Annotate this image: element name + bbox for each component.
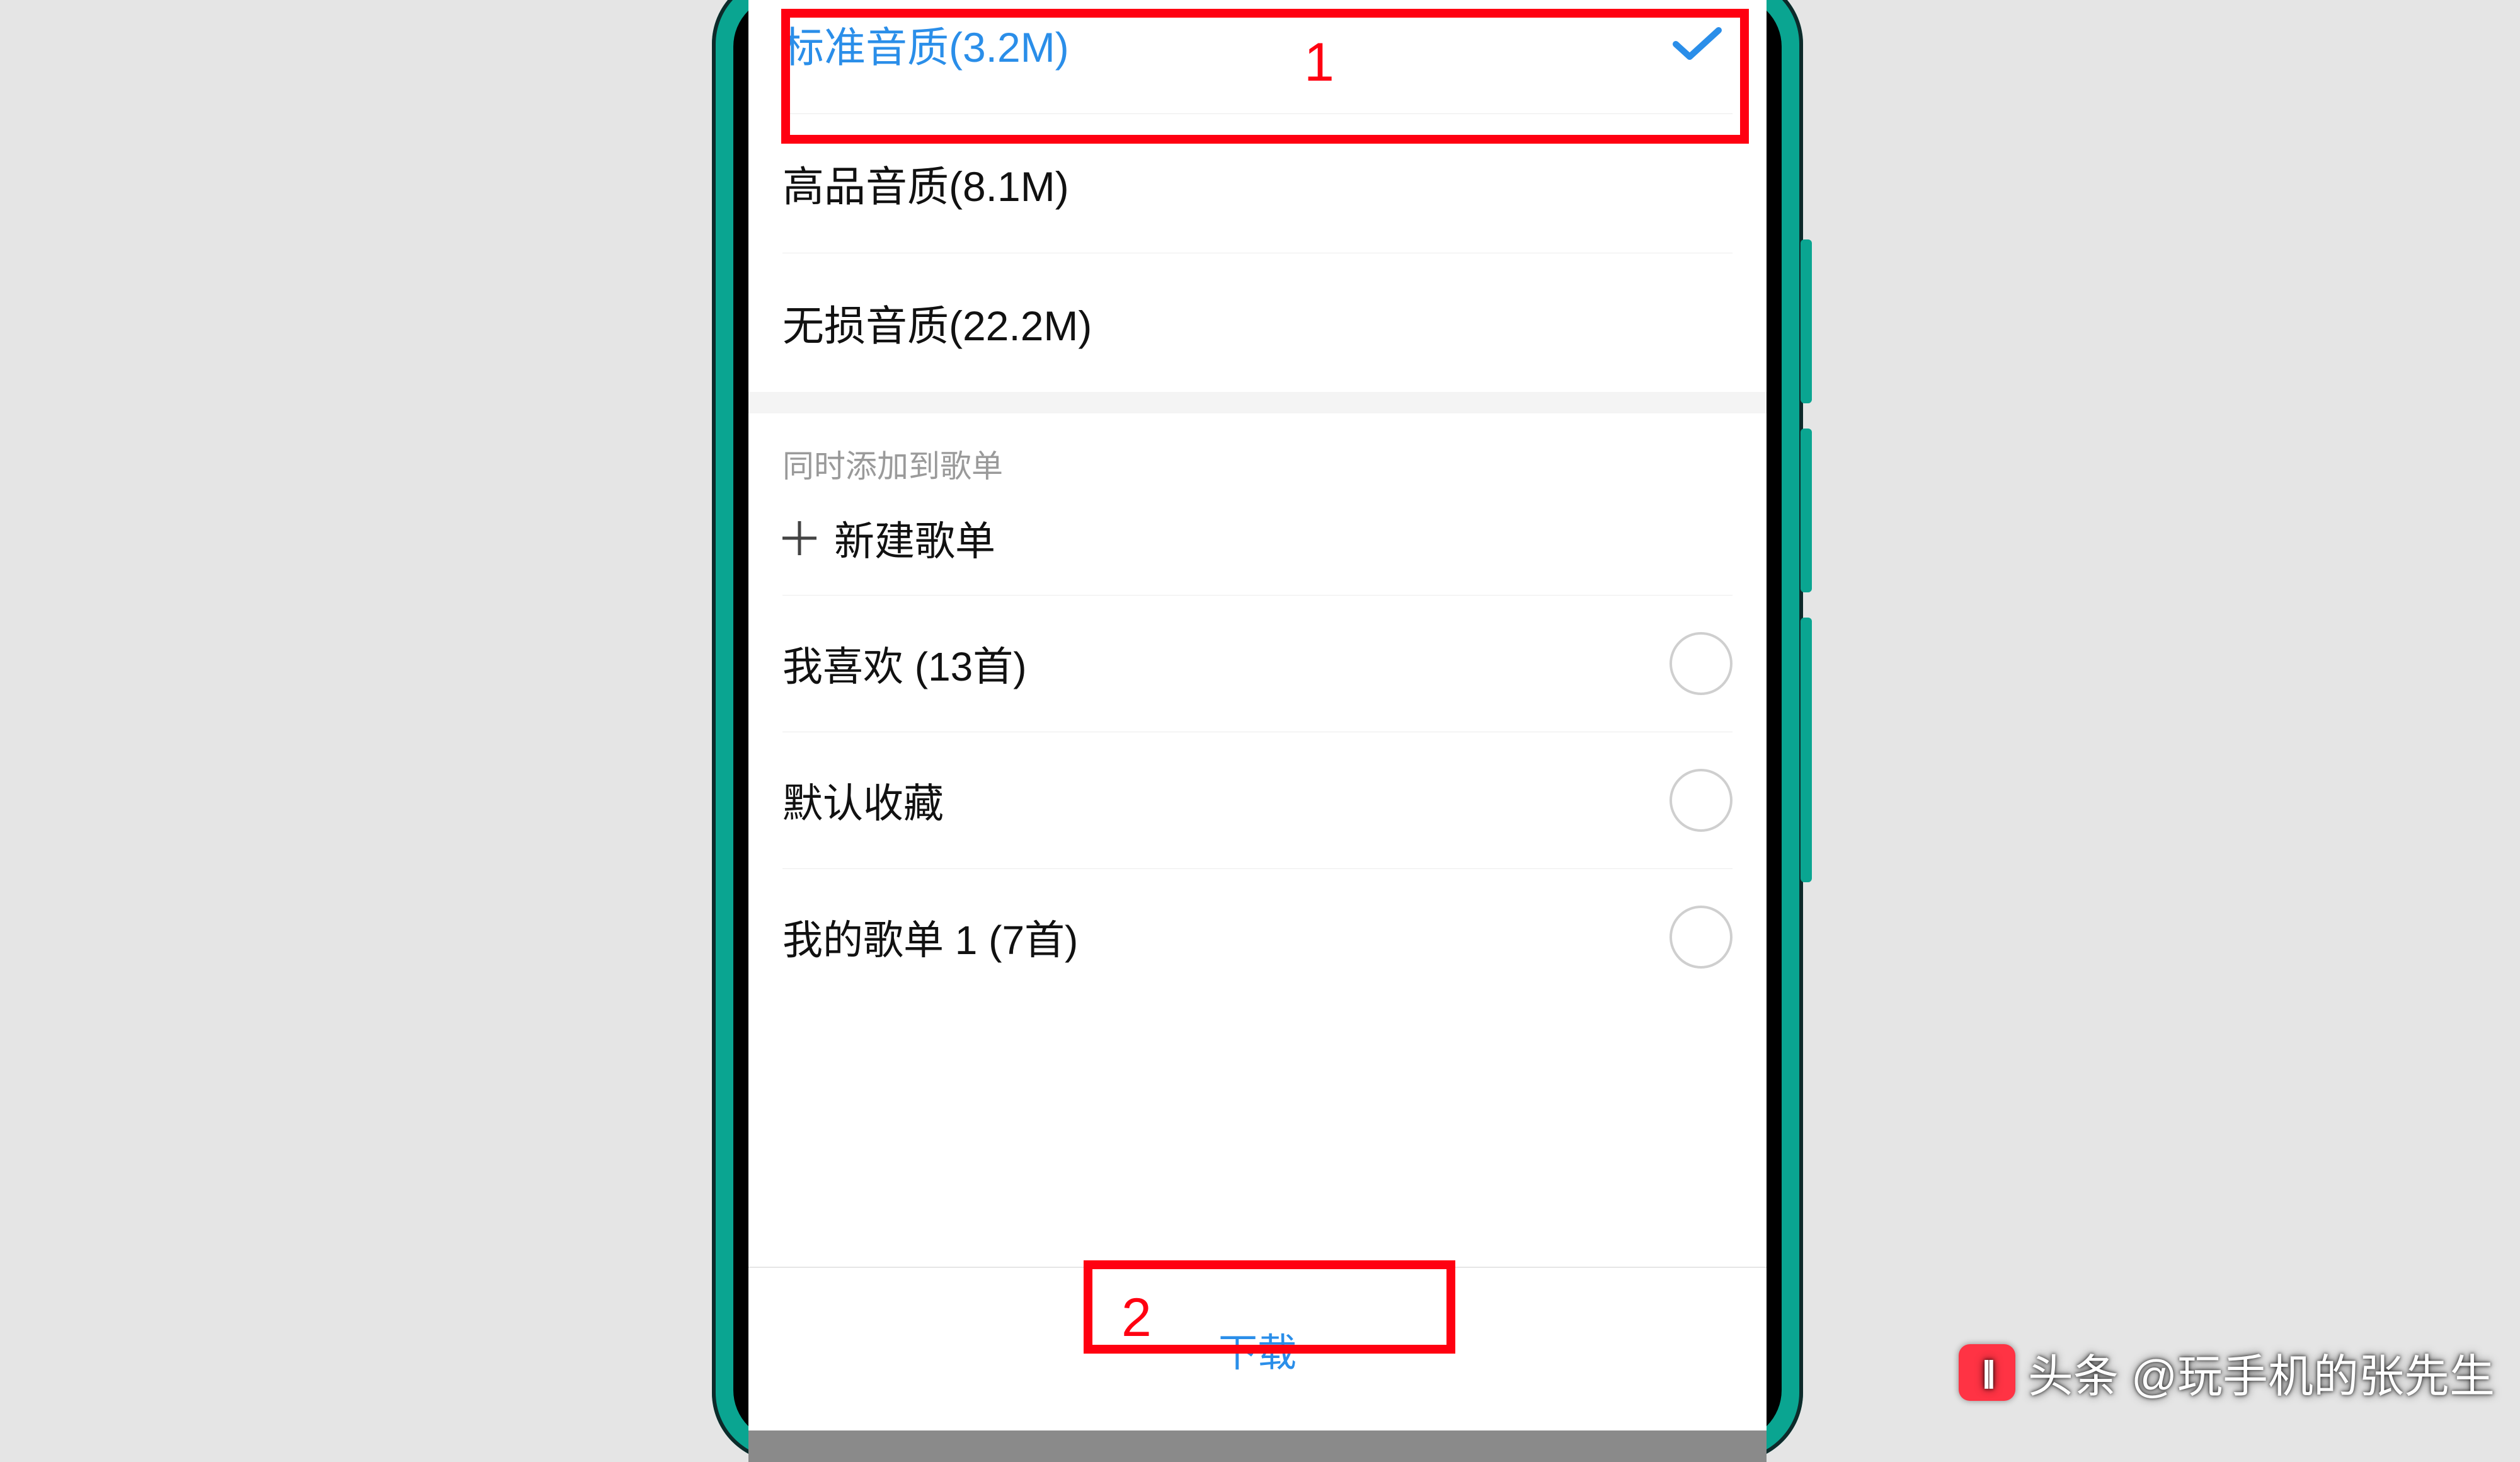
callout-number-1: 1: [1304, 32, 1334, 94]
toutiao-logo-icon: ||: [1959, 1344, 2015, 1401]
quality-option-lossless[interactable]: 无损音质(22.2M): [748, 253, 1767, 392]
new-playlist-button[interactable]: 新建歌单: [748, 486, 1767, 595]
quality-option-label: 无损音质(22.2M): [782, 292, 1092, 353]
watermark: || 头条 @玩手机的张先生: [1959, 1339, 2495, 1405]
watermark-handle: @玩手机的张先生: [2131, 1339, 2495, 1405]
playlist-item-favorites[interactable]: 我喜欢 (13首): [748, 596, 1767, 732]
playlist-item-label: 默认收藏: [782, 771, 944, 829]
playlist-item-my-1[interactable]: 我的歌单 1 (7首): [748, 869, 1767, 1005]
side-button-icon: [1801, 429, 1812, 592]
section-gap: [748, 392, 1767, 413]
plus-icon: [782, 521, 816, 555]
radio-icon[interactable]: [1670, 632, 1732, 695]
quality-option-standard[interactable]: 标准音质(3.2M): [748, 0, 1767, 113]
phone-frame: 标准音质(3.2M) 高品音质(8.1M) 无损音质(22.2M) 同时添加到歌…: [712, 0, 1803, 1462]
side-button-icon: [1801, 239, 1812, 403]
new-playlist-label: 新建歌单: [834, 509, 995, 567]
quality-option-label: 高品音质(8.1M): [782, 153, 1069, 214]
check-icon: [1672, 25, 1722, 63]
playlist-item-label: 我的歌单 1 (7首): [782, 908, 1078, 966]
quality-option-high[interactable]: 高品音质(8.1M): [748, 114, 1767, 253]
phone-screen: 标准音质(3.2M) 高品音质(8.1M) 无损音质(22.2M) 同时添加到歌…: [748, 0, 1767, 1430]
watermark-prefix: 头条: [2028, 1339, 2119, 1405]
playlist-item-default[interactable]: 默认收藏: [748, 732, 1767, 868]
radio-icon[interactable]: [1670, 769, 1732, 832]
callout-number-2: 2: [1121, 1287, 1152, 1349]
android-nav-bar: [748, 1430, 1767, 1462]
quality-option-label: 标准音质(3.2M): [782, 14, 1069, 74]
side-button-icon: [1801, 618, 1812, 882]
download-button[interactable]: 下载: [1218, 1321, 1297, 1378]
playlist-item-label: 我喜欢 (13首): [782, 635, 1027, 693]
radio-icon[interactable]: [1670, 906, 1732, 969]
playlist-section-header: 同时添加到歌单: [748, 413, 1767, 486]
bottom-action-bar: 下载: [748, 1267, 1767, 1430]
